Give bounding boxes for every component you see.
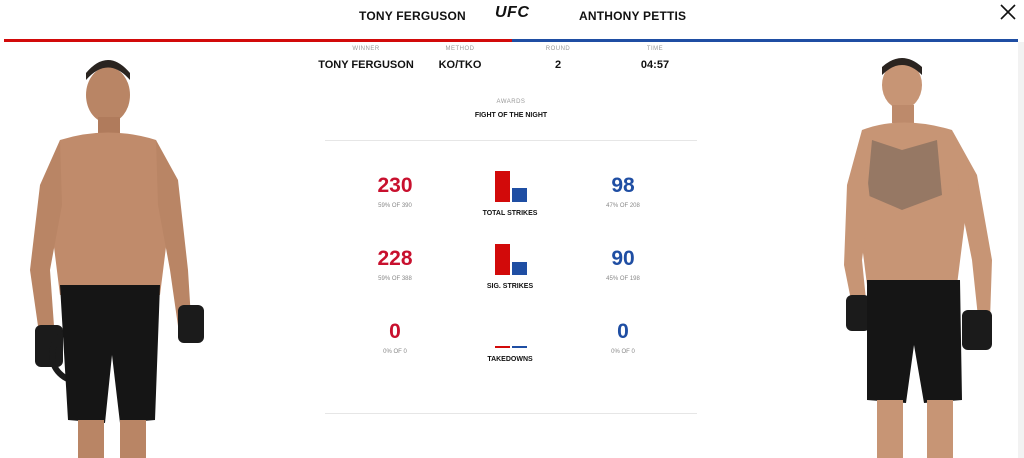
red-stat-value: 0	[389, 320, 401, 343]
blue-stat-value: 0	[617, 320, 629, 343]
stat-label: TOTAL STRIKES	[482, 210, 538, 217]
blue-stat-value: 90	[611, 247, 635, 270]
blue-stat-detail: 0% OF 0	[611, 349, 635, 355]
red-stat-detail: 59% OF 390	[378, 203, 412, 209]
red-bar	[495, 244, 510, 275]
blue-stat-detail: 47% OF 208	[606, 203, 640, 209]
red-corner-bar	[4, 39, 512, 42]
comparison-bars	[493, 243, 527, 275]
close-icon	[1000, 4, 1016, 20]
divider	[325, 413, 697, 414]
fight-header: TONY FERGUSON UFC ANTHONY PETTIS	[0, 0, 1024, 42]
blue-bar	[512, 346, 527, 348]
ufc-logo: UFC	[495, 4, 530, 21]
stat-row-total-strikes: 230 59% OF 390 TOTAL STRIKES 98 47% OF 2…	[325, 170, 697, 240]
red-fighter-name: TONY FERGUSON	[359, 9, 466, 23]
close-button[interactable]	[998, 2, 1018, 22]
method-value: KO/TKO	[438, 59, 482, 71]
blue-bar	[512, 188, 527, 202]
red-stat-value: 228	[377, 247, 413, 270]
comparison-bars	[493, 316, 527, 348]
blue-corner-bar	[512, 39, 1018, 42]
comparison-bars	[493, 170, 527, 202]
time-column: TIME 04:57	[605, 46, 705, 71]
red-stat-detail: 59% OF 388	[378, 276, 412, 282]
red-stat-value: 230	[377, 174, 413, 197]
blue-fighter-name: ANTHONY PETTIS	[579, 9, 687, 23]
stat-row-takedowns: 0 0% OF 0 TAKEDOWNS 0 0% OF 0	[325, 316, 697, 386]
time-label: TIME	[646, 46, 664, 52]
round-label: ROUND	[545, 46, 571, 52]
divider	[325, 140, 697, 141]
blue-fighter-photo	[844, 58, 992, 458]
fight-summary: WINNER TONY FERGUSON METHOD KO/TKO ROUND…	[318, 46, 696, 106]
awards-section: AWARDS FIGHT OF THE NIGHT	[429, 99, 593, 119]
winner-label: WINNER	[352, 46, 380, 52]
stat-row-sig-strikes: 228 59% OF 388 SIG. STRIKES 90 45% OF 19…	[325, 243, 697, 313]
red-bar	[495, 171, 510, 202]
awards-value: FIGHT OF THE NIGHT	[474, 112, 548, 119]
blue-stat-value: 98	[611, 174, 635, 197]
winner-value: TONY FERGUSON	[318, 59, 414, 71]
round-column: ROUND 2	[508, 46, 608, 71]
time-value: 04:57	[640, 59, 670, 71]
red-bar	[495, 346, 510, 348]
winner-column: WINNER TONY FERGUSON	[316, 46, 416, 71]
method-label: METHOD	[445, 46, 475, 52]
method-column: METHOD KO/TKO	[410, 46, 510, 71]
red-fighter-photo	[30, 60, 204, 458]
stat-label: SIG. STRIKES	[486, 283, 534, 290]
scrollbar-track[interactable]	[1018, 42, 1024, 458]
red-stat-detail: 0% OF 0	[383, 349, 407, 355]
awards-label: AWARDS	[496, 99, 526, 105]
blue-bar	[512, 262, 527, 275]
stat-label: TAKEDOWNS	[487, 356, 533, 363]
round-value: 2	[554, 59, 562, 71]
blue-stat-detail: 45% OF 198	[606, 276, 640, 282]
